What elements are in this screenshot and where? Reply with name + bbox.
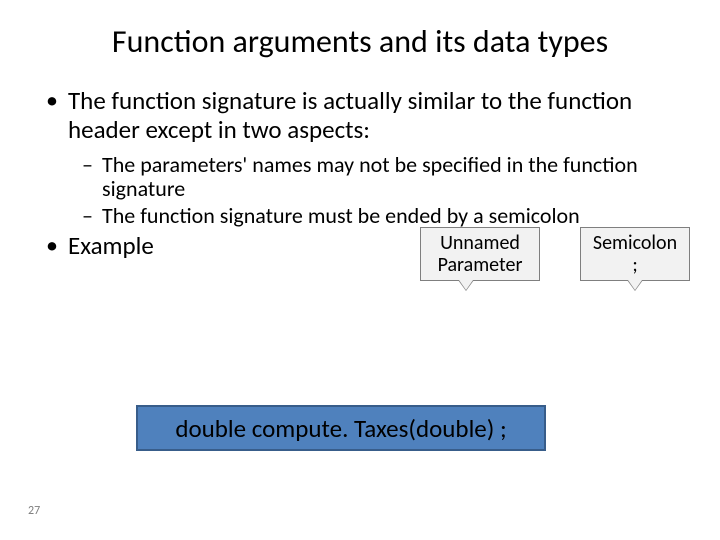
callout-text: Parameter bbox=[438, 253, 523, 277]
slide-title: Function arguments and its data types bbox=[0, 0, 720, 61]
slide-body: The function signature is actually simil… bbox=[0, 61, 720, 261]
bullet-level1: The function signature is actually simil… bbox=[40, 87, 680, 145]
callout-text: Semicolon bbox=[593, 231, 677, 255]
callout-tail-icon bbox=[458, 280, 474, 291]
code-example-box: double compute. Taxes(double) ; bbox=[136, 405, 546, 451]
code-text: double compute. Taxes(double) ; bbox=[175, 413, 506, 444]
callout-semicolon: Semicolon ; bbox=[580, 227, 690, 281]
callout-unnamed-parameter: Unnamed Parameter bbox=[420, 227, 540, 281]
slide: Function arguments and its data types Th… bbox=[0, 0, 720, 540]
callout-tail-icon bbox=[627, 280, 643, 291]
callout-text: ; bbox=[632, 253, 637, 277]
example-row: Example Unnamed Parameter Semicolon ; bbox=[40, 232, 680, 261]
page-number: 27 bbox=[28, 504, 40, 518]
bullet-level2: The function signature must be ended by … bbox=[40, 204, 680, 229]
callout-text: Unnamed bbox=[440, 231, 520, 255]
bullet-level2: The parameters' names may not be specifi… bbox=[40, 153, 680, 202]
